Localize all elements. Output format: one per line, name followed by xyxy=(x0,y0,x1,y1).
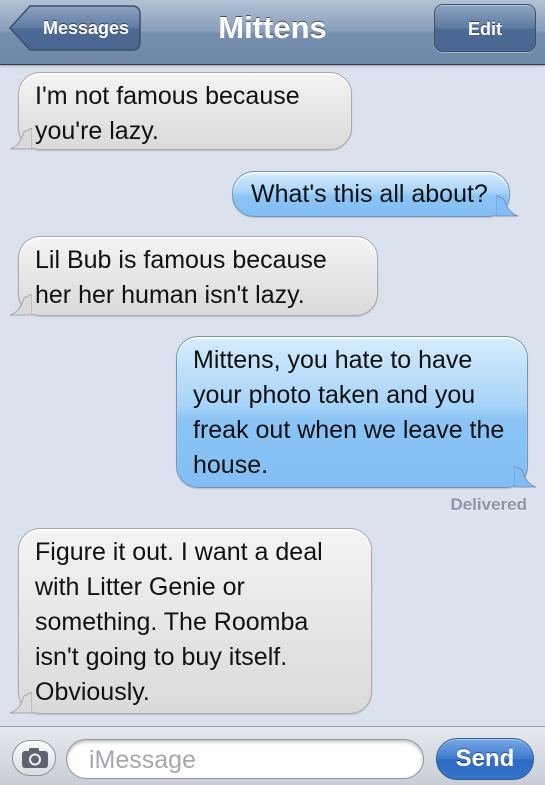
message-text: I'm not famous because you're lazy. xyxy=(35,82,300,145)
back-button-label: Messages xyxy=(42,18,130,38)
navigation-bar: Messages Mittens Edit xyxy=(0,0,545,65)
imessage-input-field[interactable] xyxy=(66,739,424,779)
camera-icon xyxy=(22,748,48,768)
bubble-tail-icon xyxy=(10,128,32,150)
bubble-tail-icon xyxy=(10,692,32,714)
bubble-tail-icon xyxy=(10,294,32,316)
bubble-tail-icon xyxy=(514,466,536,488)
message-bubble-outgoing[interactable]: Mittens, you hate to have your photo tak… xyxy=(176,336,536,488)
delivered-status: Delivered xyxy=(450,495,527,514)
messages-back-button[interactable]: Messages xyxy=(8,4,142,52)
bubble-tail-icon xyxy=(496,195,518,217)
message-text: Figure it out. I want a deal with Litter… xyxy=(35,538,323,706)
message-thread[interactable]: I'm not famous because you're lazy. What… xyxy=(0,65,545,725)
message-composer: Send xyxy=(0,726,545,785)
conversation-title: Mittens xyxy=(218,10,327,45)
camera-button[interactable] xyxy=(12,740,56,776)
message-bubble-outgoing[interactable]: What's this all about? xyxy=(232,171,518,217)
message-bubble-incoming[interactable]: Figure it out. I want a deal with Litter… xyxy=(10,528,372,714)
message-text: What's this all about? xyxy=(251,180,488,208)
edit-button[interactable]: Edit xyxy=(434,4,536,52)
message-bubble-incoming[interactable]: I'm not famous because you're lazy. xyxy=(10,72,352,150)
imessage-input[interactable] xyxy=(87,745,421,776)
message-text: Lil Bub is famous because her her human … xyxy=(35,246,327,309)
message-bubble-incoming[interactable]: Lil Bub is famous because her her human … xyxy=(10,236,378,316)
message-text: Mittens, you hate to have your photo tak… xyxy=(193,346,505,479)
send-button[interactable]: Send xyxy=(436,738,534,780)
